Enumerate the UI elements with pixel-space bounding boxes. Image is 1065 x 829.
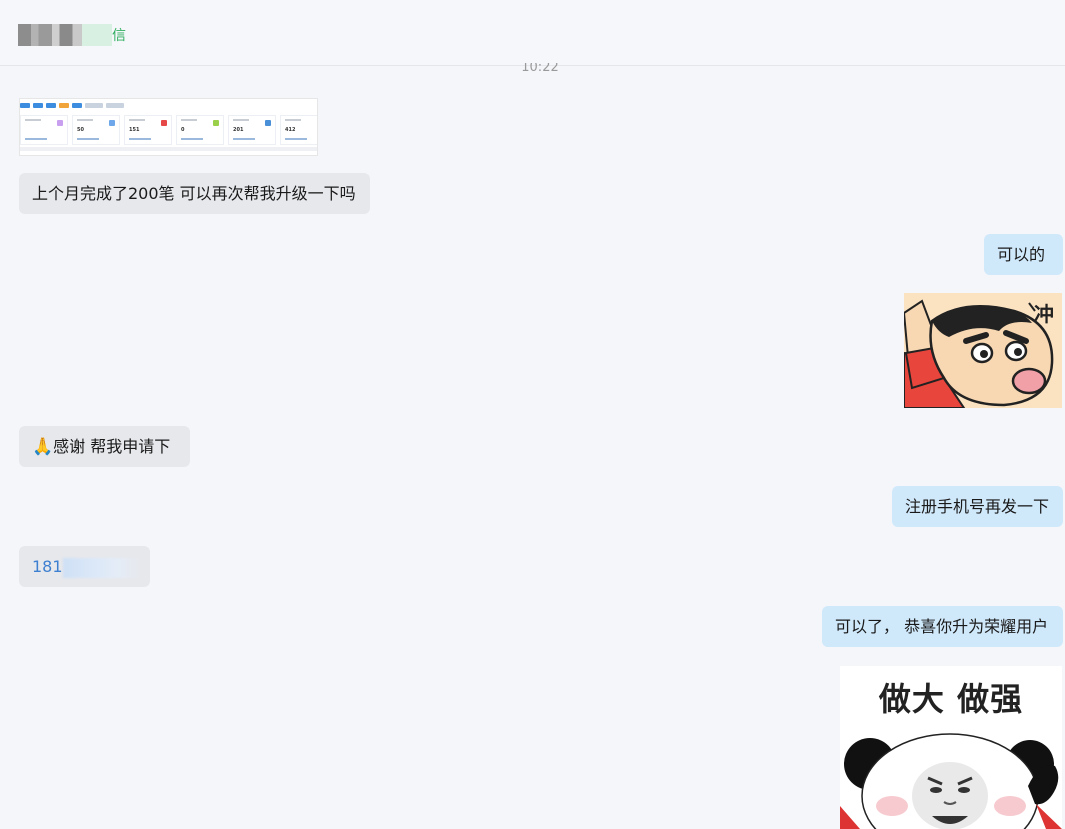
chat-window: 信 10:22 50 151 0 201 412 上个月完成了200笔 可以再次… [0, 0, 1065, 829]
message-text: 上个月完成了200笔 可以再次帮我升级一下吗 [32, 184, 356, 203]
message-text: 可以的 [997, 245, 1046, 264]
message-text: 感谢 帮我申请下 [53, 437, 171, 456]
svg-text:冲: 冲 [1034, 302, 1054, 326]
message-bubble-incoming[interactable]: 🙏感谢 帮我申请下 [19, 426, 190, 467]
dashboard-cards: 50 151 0 201 412 [20, 115, 317, 145]
dashboard-card: 201 [228, 115, 276, 145]
chat-header: 信 [0, 0, 1065, 66]
phone-number-link[interactable]: 181 [32, 557, 63, 576]
message-bubble-incoming[interactable]: 上个月完成了200笔 可以再次帮我升级一下吗 [19, 173, 370, 214]
contact-name-suffix: 信 [112, 28, 126, 44]
sticker-panda-meme[interactable]: 做大 做强 [840, 666, 1062, 829]
message-bubble-outgoing[interactable]: 可以了， 恭喜你升为荣耀用户 [822, 606, 1063, 647]
dashboard-tabs [20, 103, 124, 108]
shinchan-illustration: 冲 [904, 293, 1062, 408]
sticker-shinchan[interactable]: 冲 [904, 293, 1062, 408]
panda-face-illustration [840, 733, 1062, 829]
dashboard-card [20, 115, 68, 145]
message-text: 可以了， 恭喜你升为荣耀用户 [835, 617, 1049, 636]
message-text: 注册手机号再发一下 [905, 497, 1050, 516]
phone-number-blurred [62, 557, 141, 578]
contact-name[interactable]: 信 [18, 24, 126, 46]
message-bubble-outgoing[interactable]: 注册手机号再发一下 [892, 486, 1063, 527]
image-message-dashboard[interactable]: 50 151 0 201 412 [19, 98, 318, 156]
dashboard-card: 151 [124, 115, 172, 145]
message-bubble-incoming[interactable]: 181 [19, 546, 150, 587]
blurred-name [18, 24, 112, 46]
message-bubble-outgoing[interactable]: 可以的 [984, 234, 1063, 275]
dashboard-card: 50 [72, 115, 120, 145]
dashboard-card: 412 [280, 115, 317, 145]
pray-emoji-icon: 🙏 [32, 437, 54, 457]
dashboard-card: 0 [176, 115, 224, 145]
